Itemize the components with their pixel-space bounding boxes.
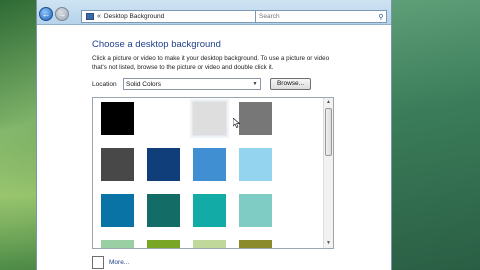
page-description: Click a picture or video to make it your… — [92, 55, 330, 71]
more-thumbnail[interactable] — [92, 256, 104, 269]
color-swatch[interactable] — [147, 148, 180, 181]
color-swatch[interactable] — [101, 148, 134, 181]
mouse-cursor-icon — [233, 118, 241, 128]
color-swatch[interactable] — [147, 194, 180, 227]
color-swatch[interactable] — [101, 194, 134, 227]
control-panel-window: ← → « Desktop Background ▼ ↻ ⚲ Choose a … — [36, 0, 392, 270]
navigation-toolbar: ← → « Desktop Background ▼ ↻ ⚲ — [37, 0, 391, 25]
desktop-background-right — [392, 0, 480, 270]
color-swatch[interactable] — [239, 240, 272, 248]
main-content: Choose a desktop background Click a pict… — [37, 26, 391, 270]
scroll-down-icon[interactable]: ▼ — [324, 239, 333, 248]
arrow-right-icon: → — [57, 9, 67, 19]
color-swatch[interactable] — [101, 102, 134, 135]
scroll-up-icon[interactable]: ▲ — [324, 98, 333, 107]
desktop-background-left — [0, 120, 36, 270]
color-swatch[interactable] — [147, 240, 180, 248]
search-box[interactable]: ⚲ — [255, 10, 387, 23]
chevron-right-icon: « — [97, 13, 101, 20]
gallery-scrollbar[interactable]: ▲ ▼ — [323, 98, 333, 248]
control-panel-icon — [86, 13, 94, 20]
location-label: Location — [92, 81, 117, 88]
more-option[interactable]: More... — [92, 256, 129, 269]
color-swatch[interactable] — [147, 102, 180, 135]
color-swatch[interactable] — [193, 194, 226, 227]
browse-button[interactable]: Browse... — [270, 78, 311, 90]
background-gallery: ▲ ▼ — [92, 97, 334, 249]
chevron-down-icon[interactable]: ▼ — [250, 79, 260, 89]
back-button[interactable]: ← — [39, 7, 53, 21]
color-swatch[interactable] — [192, 101, 227, 136]
breadcrumb[interactable]: Desktop Background — [104, 13, 275, 20]
color-swatch[interactable] — [193, 148, 226, 181]
color-swatch[interactable] — [239, 102, 272, 135]
search-input[interactable] — [256, 13, 376, 20]
scrollbar-thumb[interactable] — [325, 108, 332, 156]
color-swatch[interactable] — [239, 148, 272, 181]
color-swatch[interactable] — [101, 240, 134, 248]
color-swatch[interactable] — [239, 194, 272, 227]
location-select[interactable]: Solid Colors ▼ — [123, 78, 261, 90]
search-icon[interactable]: ⚲ — [376, 13, 386, 21]
page-title: Choose a desktop background — [92, 39, 221, 50]
more-link[interactable]: More... — [109, 259, 129, 266]
forward-button[interactable]: → — [55, 7, 69, 21]
location-selected-value: Solid Colors — [126, 80, 162, 88]
arrow-left-icon: ← — [41, 9, 51, 19]
color-swatch[interactable] — [193, 240, 226, 248]
